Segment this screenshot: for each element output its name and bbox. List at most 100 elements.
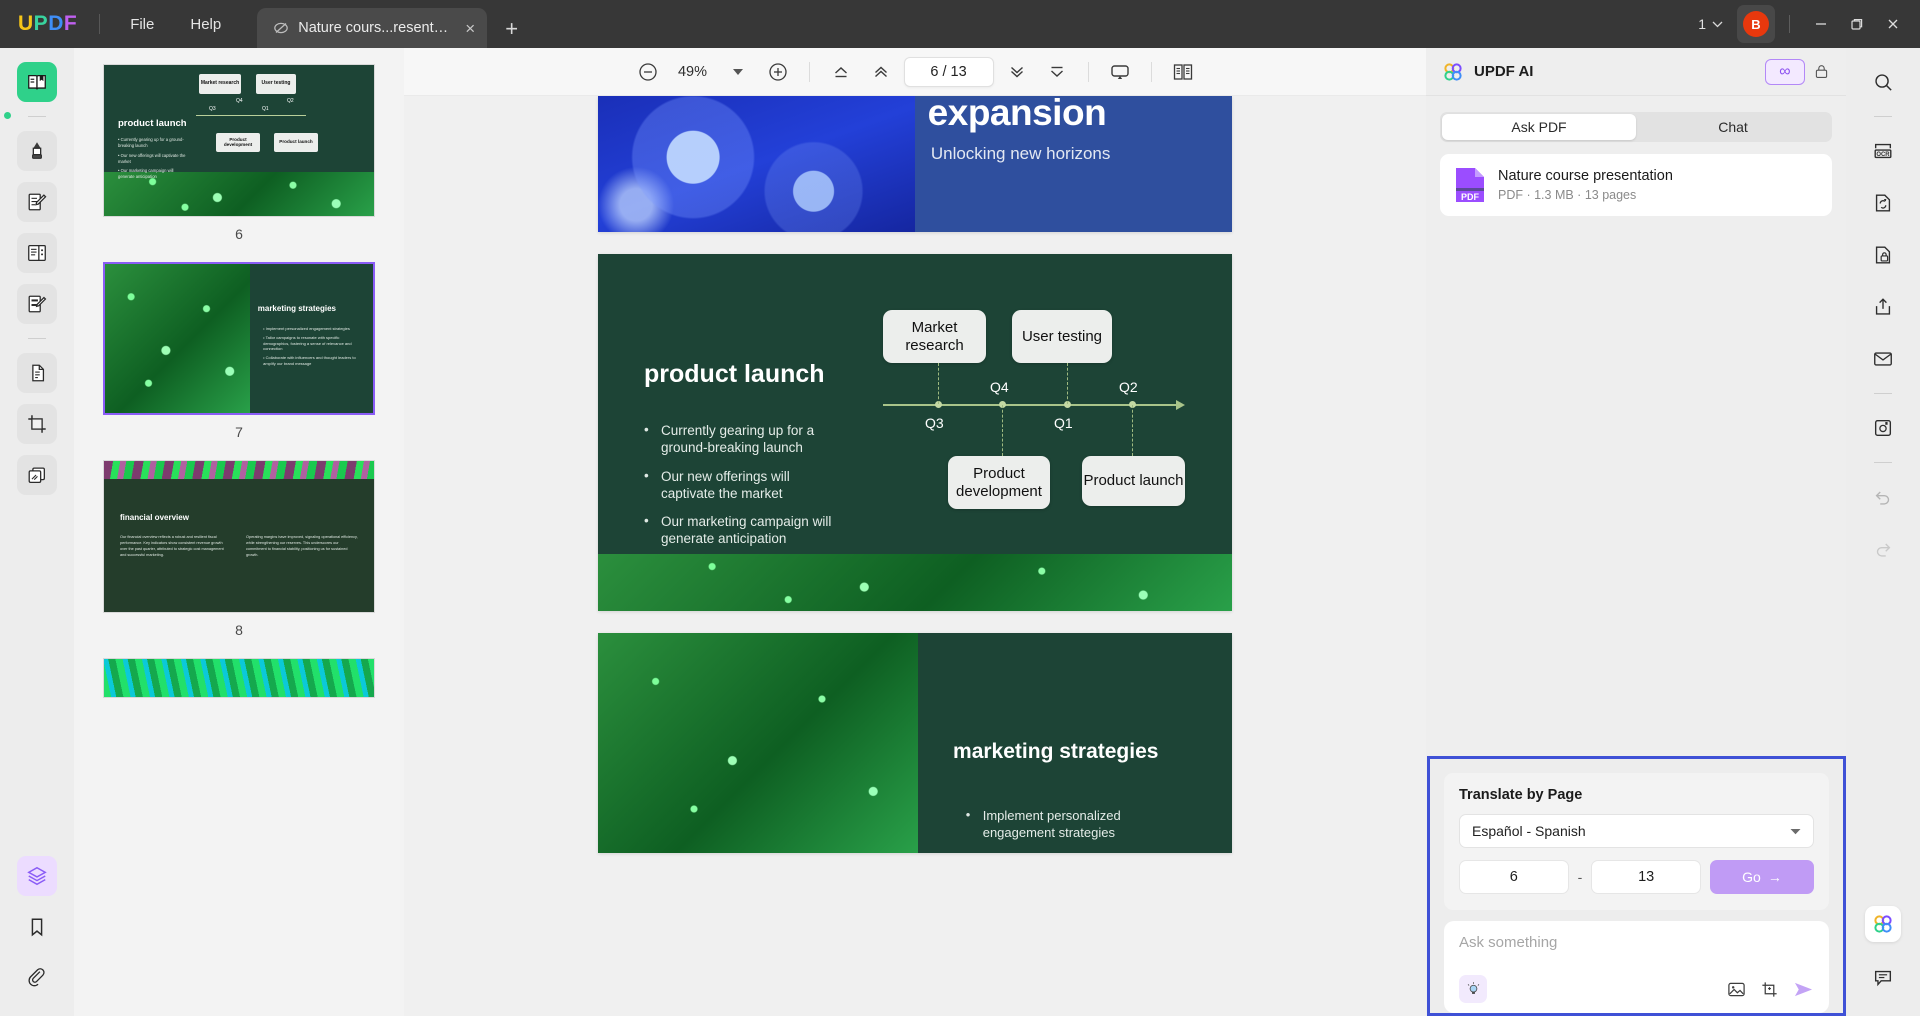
- ask-input-toolbar: [1459, 975, 1814, 1003]
- zoom-in-button[interactable]: [761, 55, 795, 89]
- comment-button[interactable]: [1863, 958, 1903, 998]
- updf-ai-clover-icon: [1442, 61, 1464, 83]
- tab-ask-pdf[interactable]: Ask PDF: [1442, 114, 1636, 140]
- page-number-input[interactable]: 6 / 13: [904, 57, 994, 87]
- thumb8-title: financial overview: [120, 513, 189, 522]
- attached-document-info: Nature course presentation PDF · 1.3 MB …: [1498, 168, 1673, 202]
- zoom-level-label[interactable]: 49%: [671, 64, 715, 80]
- infinity-icon[interactable]: ∞: [1765, 59, 1805, 85]
- sidebar-item-crop[interactable]: [17, 404, 57, 444]
- close-tab-icon[interactable]: ×: [465, 20, 475, 37]
- new-tab-button[interactable]: +: [505, 18, 518, 40]
- document-viewer: 49% 6 / 13: [404, 48, 1426, 1016]
- screenshot-icon[interactable]: [1760, 980, 1779, 999]
- page6-bullet-3: Our marketing campaign will generate ant…: [644, 513, 839, 548]
- thumbnail-item[interactable]: [74, 658, 404, 698]
- protect-button[interactable]: [1863, 235, 1903, 275]
- thumbnail-item[interactable]: financial overview Our financial overvie…: [74, 460, 404, 658]
- chevron-down-icon: [733, 69, 743, 75]
- page6-dash-1: [938, 363, 939, 404]
- svg-text:PDF: PDF: [1461, 192, 1480, 202]
- thumbnail-page-8[interactable]: financial overview Our financial overvie…: [103, 460, 375, 613]
- ask-actions: [1727, 980, 1814, 999]
- thumbnail-page-6[interactable]: product launch Market research User test…: [103, 64, 375, 217]
- right-rail-divider-3: [1874, 462, 1892, 463]
- tab-strip: Nature cours...resentation* × +: [257, 0, 518, 48]
- previous-page-button[interactable]: [864, 55, 898, 89]
- ask-input-box[interactable]: Ask something: [1444, 921, 1829, 1013]
- sidebar-item-bookmark[interactable]: [17, 907, 57, 947]
- reading-layout-button[interactable]: [1166, 55, 1200, 89]
- lightbulb-icon[interactable]: [1459, 975, 1487, 1003]
- right-toolbar: OCR: [1846, 48, 1920, 1016]
- pdf-file-icon: PDF: [1454, 166, 1486, 204]
- menu-help[interactable]: Help: [172, 10, 239, 39]
- lock-icon[interactable]: [1813, 63, 1830, 80]
- target-language-select[interactable]: Español - Spanish: [1459, 814, 1814, 848]
- thumb7-bullet-2: • Tailor campaigns to resonate with spec…: [263, 335, 363, 352]
- thumb6-bullet-2: • Our new offerings will captivate the m…: [118, 153, 190, 166]
- search-button[interactable]: [1863, 62, 1903, 102]
- sidebar-item-fill-sign[interactable]: [17, 284, 57, 324]
- thumbnail-page-9[interactable]: [103, 658, 375, 698]
- share-button[interactable]: [1863, 287, 1903, 327]
- thumbnail-item[interactable]: marketing strategies • Implement persona…: [74, 262, 404, 460]
- close-window-button[interactable]: [1876, 7, 1910, 41]
- sidebar-item-batch[interactable]: [17, 455, 57, 495]
- go-button-label: Go: [1742, 869, 1761, 885]
- insert-image-icon[interactable]: [1727, 980, 1746, 999]
- avatar-container[interactable]: B: [1737, 5, 1775, 43]
- thumb7-bullet-1: • Implement personalized engagement stra…: [263, 326, 363, 332]
- sidebar-item-annotate[interactable]: [17, 131, 57, 171]
- sidebar-item-layers[interactable]: [17, 856, 57, 896]
- right-rail-divider-2: [1874, 393, 1892, 394]
- thumbnail-item[interactable]: product launch Market research User test…: [74, 64, 404, 262]
- thumb7-title: marketing strategies: [258, 304, 336, 313]
- pdf-page-5: expansion Unlocking new horizons: [598, 96, 1232, 232]
- presentation-mode-button[interactable]: [1103, 55, 1137, 89]
- last-page-button[interactable]: [1040, 55, 1074, 89]
- save-as-button[interactable]: [1863, 408, 1903, 448]
- page6-chip-product-launch: Product launch: [1082, 456, 1185, 506]
- sidebar-item-attachment[interactable]: [17, 958, 57, 998]
- convert-button[interactable]: [1863, 183, 1903, 223]
- zoom-out-button[interactable]: [631, 55, 665, 89]
- sidebar-item-page-tools[interactable]: [17, 233, 57, 273]
- ai-panel-title: UPDF AI: [1474, 63, 1533, 80]
- updf-logo: UPDF: [18, 12, 77, 36]
- ocr-button[interactable]: OCR: [1863, 131, 1903, 171]
- translate-go-button[interactable]: Go →: [1710, 860, 1814, 894]
- pages-container: expansion Unlocking new horizons product…: [598, 96, 1232, 1016]
- titlebar-right-controls: 1 B: [1690, 5, 1920, 43]
- titlebar-sep: [1789, 15, 1790, 33]
- updf-ai-button[interactable]: [1865, 906, 1901, 942]
- page5-title: expansion: [928, 96, 1107, 134]
- page-range-from-input[interactable]: 6: [1459, 860, 1569, 894]
- page6-bullet-list: Currently gearing up for a ground-breaki…: [644, 422, 839, 559]
- left-toolbar: [0, 48, 74, 1016]
- sidebar-item-reader[interactable]: [17, 62, 57, 102]
- redo-button[interactable]: [1863, 529, 1903, 569]
- next-page-button[interactable]: [1000, 55, 1034, 89]
- page-range-to-input[interactable]: 13: [1591, 860, 1701, 894]
- send-icon[interactable]: [1793, 980, 1814, 999]
- minimize-window-button[interactable]: [1804, 7, 1838, 41]
- thumbnail-page-7[interactable]: marketing strategies • Implement persona…: [103, 262, 375, 415]
- zoom-dropdown-button[interactable]: [721, 55, 755, 89]
- sidebar-item-edit-pdf[interactable]: [17, 182, 57, 222]
- tab-chat[interactable]: Chat: [1636, 114, 1830, 140]
- document-tab[interactable]: Nature cours...resentation* ×: [257, 8, 487, 48]
- ai-input-section-highlighted: Translate by Page Español - Spanish 6 - …: [1427, 756, 1846, 1016]
- account-switcher[interactable]: 1: [1690, 10, 1731, 38]
- page-canvas[interactable]: expansion Unlocking new horizons product…: [404, 96, 1426, 1016]
- first-page-button[interactable]: [824, 55, 858, 89]
- menu-file[interactable]: File: [112, 10, 172, 39]
- undo-button[interactable]: [1863, 477, 1903, 517]
- attached-document-card[interactable]: PDF Nature course presentation PDF · 1.3…: [1440, 154, 1832, 216]
- maximize-window-button[interactable]: [1840, 7, 1874, 41]
- thumb6-chip-dev: Product development: [216, 133, 260, 152]
- email-button[interactable]: [1863, 339, 1903, 379]
- sidebar-item-organize-pages[interactable]: [17, 353, 57, 393]
- page-thumbnails-panel[interactable]: product launch Market research User test…: [74, 48, 404, 1016]
- caret-down-icon: [1790, 828, 1801, 835]
